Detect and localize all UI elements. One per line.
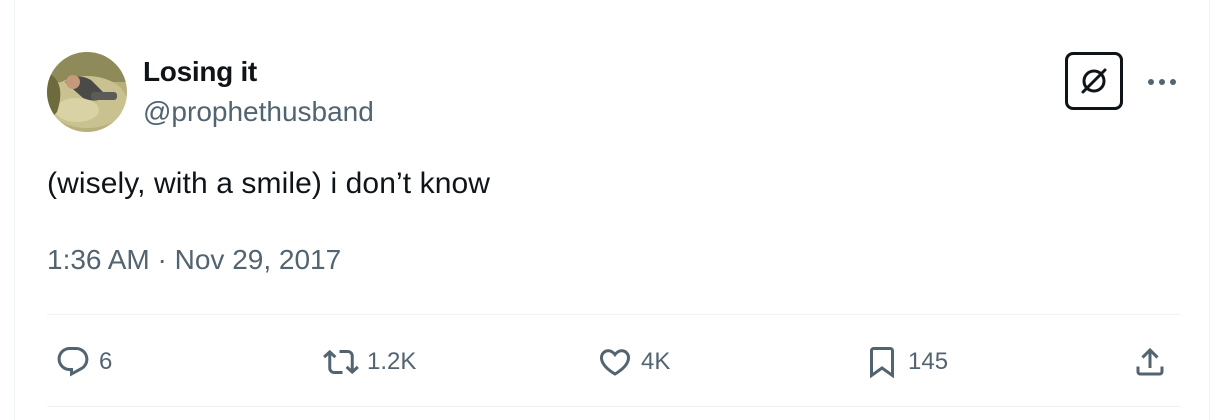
more-horizontal-icon <box>1148 79 1176 85</box>
reply-icon <box>53 342 93 382</box>
tweet-timestamp[interactable]: 1:36 AM · Nov 29, 2017 <box>47 244 341 276</box>
repost-button[interactable]: 1.2K <box>321 340 416 384</box>
avatar-image <box>47 52 127 132</box>
bookmark-count: 145 <box>908 348 949 375</box>
meta-separator: · <box>157 244 167 275</box>
more-options-button[interactable] <box>1142 62 1182 102</box>
tweet-text: (wisely, with a smile) i don’t know <box>47 167 491 200</box>
tweet-card: Losing it @prophethusband (wisely, with … <box>14 0 1210 420</box>
like-count: 4K <box>641 348 671 375</box>
heart-icon <box>595 342 635 382</box>
share-icon <box>1130 342 1170 382</box>
user-handle[interactable]: @prophethusband <box>143 96 374 128</box>
repost-count: 1.2K <box>367 348 417 375</box>
share-button[interactable] <box>1130 340 1170 384</box>
repost-icon <box>321 342 361 382</box>
display-name[interactable]: Losing it <box>143 56 257 88</box>
like-button[interactable]: 4K <box>595 340 670 384</box>
reply-button[interactable]: 6 <box>53 340 112 384</box>
grok-button[interactable] <box>1065 52 1123 110</box>
reply-count: 6 <box>99 348 113 375</box>
avatar[interactable] <box>47 52 127 132</box>
bookmark-button[interactable]: 145 <box>862 340 948 384</box>
divider <box>47 314 1181 315</box>
bookmark-icon <box>862 342 902 382</box>
grok-icon <box>1081 68 1107 94</box>
tweet-time: 1:36 AM <box>47 244 150 275</box>
divider <box>47 406 1181 407</box>
tweet-date: Nov 29, 2017 <box>174 244 342 275</box>
